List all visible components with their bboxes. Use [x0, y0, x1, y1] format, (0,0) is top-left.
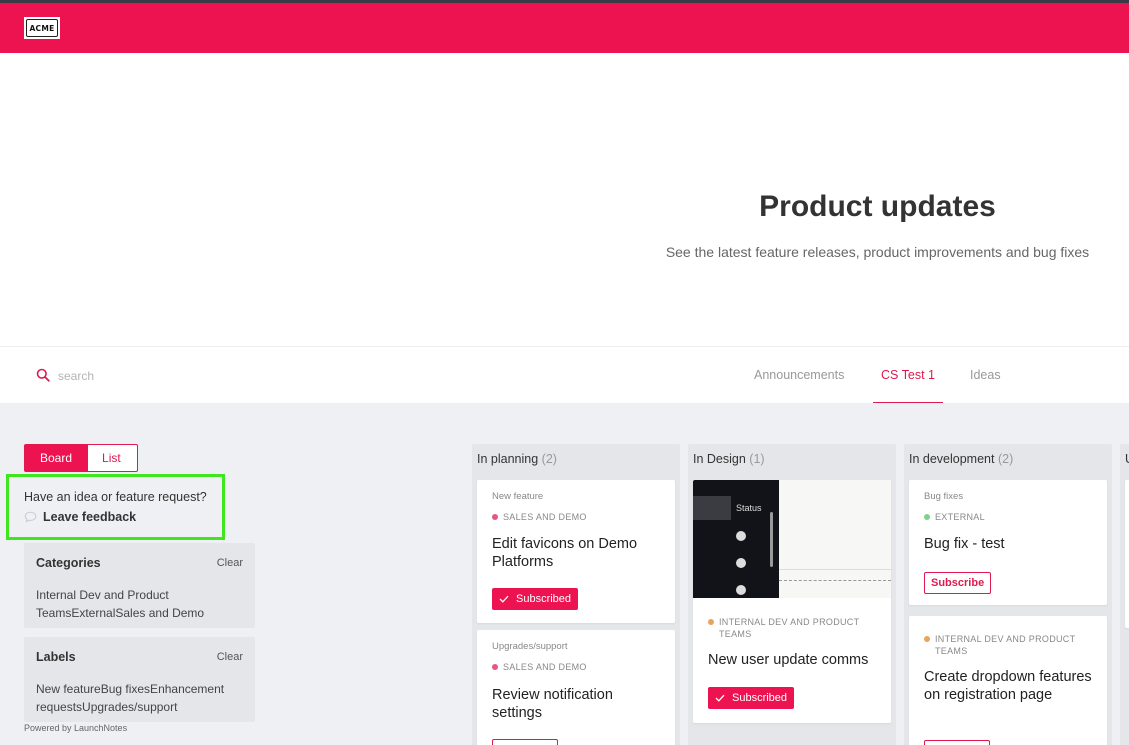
categories-filter: Categories Clear Internal Dev and Produc…: [24, 543, 255, 628]
update-card[interactable]: Upgrades/support SALES AND DEMO Review n…: [477, 630, 675, 745]
update-card[interactable]: New feature SALES AND DEMO Edit favicons…: [477, 480, 675, 623]
tab-ideas[interactable]: Ideas: [962, 347, 1009, 403]
screenshot-dark-panel: Status: [693, 480, 779, 598]
team-dot: [924, 514, 930, 520]
screenshot-dashed-line: [779, 580, 891, 581]
board-view-button[interactable]: Board: [24, 444, 89, 472]
labels-values[interactable]: New featureBug fixesEnhancement requests…: [36, 680, 246, 716]
card-category: New feature: [492, 491, 544, 502]
categories-title: Categories: [36, 556, 101, 570]
site-header: ACME: [0, 3, 1129, 53]
column-header: In development (2): [909, 452, 1013, 466]
column-title: In planning: [477, 452, 539, 466]
labels-filter: Labels Clear New featureBug fixesEnhance…: [24, 637, 255, 722]
team-label: SALES AND DEMO: [503, 512, 587, 522]
screenshot-toolbar: [693, 496, 731, 520]
card-title: Edit favicons on Demo Platforms: [492, 536, 638, 570]
acme-logo[interactable]: ACME: [24, 17, 60, 39]
tab-cs-test-1[interactable]: CS Test 1: [873, 347, 943, 403]
card-title: Create dropdown features on registration…: [924, 669, 1092, 703]
column-title: U: [1125, 452, 1129, 466]
subscribe-button[interactable]: [924, 740, 990, 745]
team-label: SALES AND DEMO: [503, 662, 587, 672]
feedback-question: Have an idea or feature request?: [24, 490, 207, 504]
hero-section: Product updates See the latest feature r…: [0, 53, 1129, 347]
team-label: EXTERNAL: [935, 512, 985, 522]
update-card[interactable]: Bug fixes EXTERNAL Bug fix - test Subscr…: [909, 480, 1107, 605]
update-card[interactable]: Status INTERNAL DEV AND PRODUCT TEAMS Ne…: [693, 480, 891, 723]
update-card[interactable]: INTERNAL DEV AND PRODUCT TEAMS Create dr…: [909, 616, 1107, 745]
column-partial: U: [1120, 444, 1129, 745]
card-team: INTERNAL DEV AND PRODUCT TEAMS: [924, 633, 1094, 657]
logo-text: ACME: [26, 19, 58, 37]
subscribed-button[interactable]: Subscribed: [492, 588, 579, 610]
check-icon: [715, 694, 725, 702]
page-subtitle: See the latest feature releases, product…: [665, 244, 1090, 260]
tab-announcements[interactable]: Announcements: [746, 347, 852, 403]
leave-feedback-link[interactable]: Leave feedback: [24, 510, 136, 524]
column-count: (1): [749, 452, 765, 466]
leave-feedback-label: Leave feedback: [43, 510, 137, 524]
subscribe-button[interactable]: [492, 739, 558, 745]
categories-values[interactable]: Internal Dev and Product TeamsExternalSa…: [36, 586, 246, 622]
column-header: U: [1125, 452, 1129, 466]
column-header: In Design (1): [693, 452, 765, 466]
team-label: INTERNAL DEV AND PRODUCT TEAMS: [719, 617, 860, 639]
list-view-button[interactable]: List: [88, 444, 138, 472]
card-category: Bug fixes: [924, 491, 964, 502]
search-icon[interactable]: [36, 368, 50, 382]
column-header: In planning (2): [477, 452, 557, 466]
view-toggle: Board List: [24, 444, 138, 472]
screenshot-divider: [779, 569, 891, 570]
search-input[interactable]: [58, 365, 298, 387]
card-team: INTERNAL DEV AND PRODUCT TEAMS: [708, 616, 878, 640]
card-title: Bug fix - test: [924, 536, 1005, 552]
labels-title: Labels: [36, 650, 76, 664]
categories-clear-button[interactable]: Clear: [217, 557, 243, 569]
screenshot-scrollbar: [770, 512, 773, 567]
card-title: New user update comms: [708, 652, 869, 668]
column-count: (2): [541, 452, 557, 466]
powered-by[interactable]: Powered by LaunchNotes: [24, 723, 127, 733]
subscribed-label: Subscribed: [732, 692, 788, 704]
team-dot: [924, 636, 930, 642]
column-title: In Design: [693, 452, 746, 466]
subscribe-button[interactable]: Subscribe: [924, 572, 992, 594]
team-label: INTERNAL DEV AND PRODUCT TEAMS: [935, 634, 1076, 656]
column-title: In development: [909, 452, 995, 466]
card-title: Review notification settings: [492, 687, 613, 721]
check-circle-icon: [736, 531, 746, 541]
check-circle-icon: [736, 585, 746, 595]
check-circle-icon: [736, 558, 746, 568]
column-count: (2): [997, 452, 1014, 466]
column-in-planning: In planning (2) New feature SALES AND DE…: [472, 444, 680, 745]
page-title: Product updates: [759, 190, 996, 223]
update-card[interactable]: [1125, 480, 1129, 628]
column-in-development: In development (2) Bug fixes EXTERNAL Bu…: [904, 444, 1112, 745]
column-in-design: In Design (1) Status INTERNAL DEV AND PR…: [688, 444, 896, 745]
team-dot: [492, 514, 498, 520]
labels-clear-button[interactable]: Clear: [217, 651, 243, 663]
screenshot-status-label: Status: [736, 503, 762, 513]
navigation-bar: Announcements CS Test 1 Ideas: [0, 347, 1129, 403]
card-team: SALES AND DEMO: [492, 661, 662, 673]
subscribed-label: Subscribed: [516, 593, 572, 605]
card-category: Upgrades/support: [492, 641, 568, 652]
team-dot: [708, 619, 714, 625]
card-image: Status: [693, 480, 891, 598]
team-dot: [492, 664, 498, 670]
card-team: SALES AND DEMO: [492, 511, 662, 523]
subscribed-button[interactable]: Subscribed: [708, 687, 795, 709]
main-content: Board List Have an idea or feature reque…: [0, 403, 1129, 745]
card-team: EXTERNAL: [924, 511, 1094, 523]
feedback-box: Have an idea or feature request? Leave f…: [6, 474, 225, 540]
check-icon: [499, 595, 509, 603]
speech-bubble-icon: [24, 511, 37, 523]
